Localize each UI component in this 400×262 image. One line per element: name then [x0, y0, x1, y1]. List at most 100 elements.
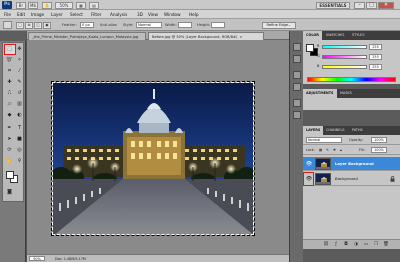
actions-panel-icon[interactable] [293, 55, 301, 63]
menu-edit[interactable]: Edit [17, 12, 25, 17]
color-panel-foreground-swatch[interactable] [306, 44, 314, 52]
history-panel-icon[interactable] [293, 43, 301, 51]
document-tab-source[interactable]: _the_Prime_Minister_Putrajaya_Kuala_Lump… [28, 32, 146, 40]
bridge-icon[interactable]: Br [16, 1, 26, 9]
lock-position-icon[interactable]: ✥ [333, 148, 336, 152]
refine-edge-button[interactable]: Refine Edge... [262, 21, 296, 29]
tab-adjustments[interactable]: ADJUSTMENTS [303, 89, 337, 98]
red-slider[interactable]: R 255 [317, 43, 385, 52]
lasso-icon[interactable]: ➰ [6, 57, 13, 64]
width-input[interactable] [178, 22, 192, 28]
intersect-selection-icon[interactable]: ▣ [43, 21, 51, 29]
menu-image[interactable]: Image [31, 12, 44, 17]
red-value[interactable]: 255 [369, 43, 382, 50]
zoom-dropdown[interactable]: 50% [55, 1, 73, 9]
minibridge-icon[interactable]: Mb [28, 1, 38, 9]
3d-orbit-icon[interactable]: ◎ [16, 147, 23, 154]
quick-mask-icon[interactable]: ◙ [6, 189, 13, 196]
healing-brush-icon[interactable]: ✚ [6, 79, 13, 86]
menu-3d[interactable]: 3D [137, 12, 143, 17]
menu-help[interactable]: Help [189, 12, 199, 17]
blue-track[interactable] [322, 65, 367, 69]
hand-tool-icon[interactable]: ✋ [6, 158, 13, 165]
menu-filter[interactable]: Filter [91, 12, 101, 17]
tab-paths[interactable]: PATHS [349, 126, 366, 135]
subtract-selection-icon[interactable]: ◫ [34, 21, 42, 29]
tab-masks[interactable]: MASKS [337, 89, 355, 98]
minimize-button[interactable]: – [354, 1, 365, 9]
fill-input[interactable]: 100% [371, 147, 387, 153]
zoom-tool-icon[interactable]: ⚲ [16, 158, 23, 165]
layer-name[interactable]: Layer Background [335, 161, 374, 166]
clone-stamp-icon[interactable]: ⎍ [6, 90, 13, 97]
rectangle-shape-icon[interactable]: ■ [16, 136, 23, 143]
tab-color[interactable]: COLOR [303, 31, 322, 40]
layer-row-background[interactable]: 👁︎ Background [303, 172, 400, 186]
style-select[interactable]: Normal [136, 22, 162, 28]
green-value[interactable]: 255 [369, 53, 382, 60]
blur-icon[interactable]: ◆ [6, 112, 13, 119]
adjustment-icon[interactable]: ◑ [353, 242, 359, 248]
hand-icon[interactable]: ✋ [42, 1, 52, 9]
feather-input[interactable]: 0 px [80, 22, 94, 28]
menu-select[interactable]: Select [70, 12, 83, 17]
foreground-color-swatch[interactable] [6, 171, 14, 179]
crop-icon[interactable]: ⌗ [6, 68, 13, 75]
pen-icon[interactable]: ✒ [6, 125, 13, 132]
opacity-input[interactable]: 100% [371, 137, 387, 143]
eye-icon[interactable]: 👁︎ [305, 175, 313, 183]
3d-rotate-icon[interactable]: ⟳ [6, 147, 13, 154]
workspace-switcher[interactable]: ESSENTIALS [316, 1, 350, 9]
add-selection-icon[interactable]: ⧉ [25, 21, 33, 29]
menu-analysis[interactable]: Analysis [110, 12, 127, 17]
dodge-icon[interactable]: ◐ [16, 112, 23, 119]
green-slider[interactable]: G 255 [317, 53, 385, 62]
type-icon[interactable]: T [16, 125, 23, 132]
color-spectrum-bar[interactable] [307, 77, 396, 82]
new-selection-icon[interactable]: □ [16, 21, 24, 29]
blue-slider[interactable]: B 255 [317, 63, 385, 72]
lock-transparent-icon[interactable]: ▦ [319, 148, 322, 152]
document-tab-active[interactable]: Before.jpg @ 50% (Layer Background, RGB/… [148, 32, 264, 40]
menu-window[interactable]: Window [164, 12, 181, 17]
antialias-checkbox[interactable]: Anti-alias [100, 23, 117, 27]
blend-mode-select[interactable]: Normal [306, 137, 342, 143]
paragraph-panel-icon[interactable] [293, 111, 301, 119]
green-track[interactable] [322, 55, 367, 59]
path-selection-icon[interactable]: ➤ [6, 136, 13, 143]
blue-value[interactable]: 255 [369, 63, 382, 70]
status-doc-info[interactable]: Doc: 1.48M/5.17M [55, 257, 86, 261]
trash-icon[interactable]: 🗑︎ [383, 242, 389, 248]
close-button[interactable]: ✕ [378, 1, 394, 9]
eraser-icon[interactable]: ▱ [6, 101, 13, 108]
mask-icon[interactable]: ◘ [343, 242, 349, 248]
grid-icon[interactable]: ▦ [76, 1, 86, 9]
eyedropper-icon[interactable]: ⁄ [16, 68, 23, 75]
status-zoom-field[interactable]: 50% [29, 256, 45, 261]
tab-close-icon[interactable]: × [239, 35, 242, 39]
gradient-icon[interactable]: ▥ [16, 101, 23, 108]
tab-styles[interactable]: STYLES [349, 31, 367, 40]
lock-pixels-icon[interactable]: ✎ [326, 148, 329, 152]
rectangular-marquee-icon[interactable]: ⬚ [6, 46, 13, 53]
character-panel-icon[interactable] [293, 99, 301, 107]
lock-all-icon[interactable]: 🔒︎ [340, 148, 342, 152]
tab-swatches[interactable]: SWATCHES [323, 31, 347, 40]
fx-icon[interactable]: ƒ [333, 242, 339, 248]
menu-view[interactable]: View [148, 12, 158, 17]
marquee-tool-preset-icon[interactable] [3, 21, 12, 29]
brush-icon[interactable]: ✎ [16, 79, 23, 86]
brush-panel-icon[interactable] [293, 71, 301, 79]
tab-channels[interactable]: CHANNELS [323, 126, 348, 135]
folder-icon[interactable]: ▭ [363, 242, 369, 248]
layer-name[interactable]: Background [335, 176, 358, 181]
menu-layer[interactable]: Layer [51, 12, 63, 17]
move-icon[interactable]: ✥ [16, 46, 23, 53]
clone-source-panel-icon[interactable] [293, 83, 301, 91]
magic-wand-icon[interactable]: ✧ [16, 57, 23, 64]
eye-icon[interactable]: 👁︎ [305, 160, 313, 168]
history-brush-icon[interactable]: ↺ [16, 90, 23, 97]
link-icon[interactable]: ⛓ [323, 242, 329, 248]
document-image[interactable] [51, 81, 255, 236]
new-layer-icon[interactable]: ❐ [373, 242, 379, 248]
